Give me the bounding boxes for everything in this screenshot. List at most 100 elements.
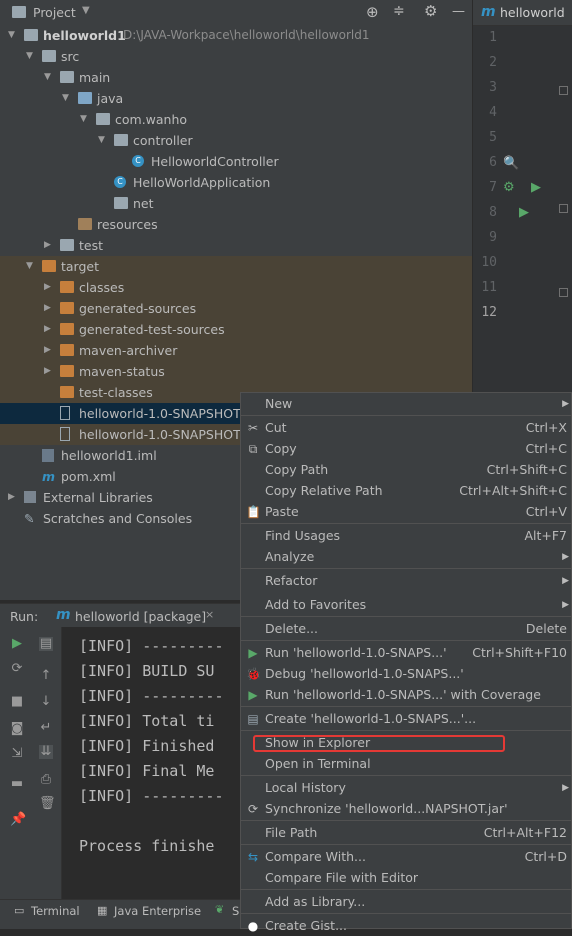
print-icon[interactable]: ⎙	[39, 773, 53, 787]
spring-class-icon: C	[114, 176, 126, 188]
menu-item[interactable]: ⇆ Compare With... Ctrl+D	[241, 847, 571, 867]
run-icon: ▶	[248, 646, 258, 660]
fold-icon[interactable]	[559, 86, 568, 95]
tree-item[interactable]: ▼ src	[0, 46, 472, 67]
tree-item-label: maven-status	[79, 364, 165, 379]
menu-item[interactable]: Add as Library...	[241, 892, 571, 912]
spring-bean-gutter-icon[interactable]: 🔍	[503, 156, 519, 171]
menu-item[interactable]: ⟳ Synchronize 'helloworld...NAPSHOT.jar'	[241, 799, 571, 819]
fold-icon[interactable]	[559, 288, 568, 297]
fold-icon[interactable]	[559, 204, 568, 213]
tree-item-label: java	[97, 91, 124, 106]
menu-item[interactable]: ✂ Cut Ctrl+X	[241, 418, 571, 438]
menu-separator	[241, 415, 571, 416]
tree-item[interactable]: ▶ generated-sources	[0, 298, 472, 319]
hide-panel-icon[interactable]: —	[452, 4, 465, 19]
tree-item[interactable]: ▼ main	[0, 67, 472, 88]
tree-item[interactable]: ▶ generated-test-sources	[0, 319, 472, 340]
tab-java-enterprise[interactable]: Java Enterprise	[114, 904, 201, 918]
camera-icon[interactable]: ◙	[10, 722, 24, 736]
chevron-down-icon[interactable]: ▼	[44, 67, 54, 88]
chevron-down-icon[interactable]: ▼	[8, 25, 18, 46]
tree-item[interactable]: resources	[0, 214, 472, 235]
layout-icon[interactable]: ▬	[10, 777, 24, 791]
soft-wrap-icon[interactable]: ↵	[39, 721, 53, 735]
show-output-icon[interactable]: ▤	[39, 637, 53, 651]
tree-item[interactable]: ▼ com.wanho	[0, 109, 472, 130]
tree-item[interactable]: ▶ maven-archiver	[0, 340, 472, 361]
menu-item[interactable]: ▶ Run 'helloworld-1.0-SNAPS...' with Cove…	[241, 685, 571, 705]
tree-item[interactable]: ▼ java	[0, 88, 472, 109]
locate-icon[interactable]: ⊕	[366, 3, 379, 21]
tree-item[interactable]: ▶ test	[0, 235, 472, 256]
tree-item[interactable]: net	[0, 193, 472, 214]
jar-icon	[60, 406, 70, 420]
chevron-right-icon: ▶	[562, 600, 569, 610]
editor-tab-helloworld[interactable]: helloworld	[500, 5, 565, 20]
chevron-down-icon[interactable]: ▼	[26, 256, 36, 277]
menu-item-label: Synchronize 'helloworld...NAPSHOT.jar'	[265, 801, 508, 816]
menu-item[interactable]: ● Create Gist...	[241, 916, 571, 936]
menu-item[interactable]: ⧉ Copy Ctrl+C	[241, 439, 571, 459]
chevron-down-icon[interactable]: ▼	[82, 5, 90, 16]
chevron-right-icon[interactable]: ▶	[44, 361, 54, 382]
menu-item[interactable]: Delete... Delete	[241, 619, 571, 639]
rerun-failed-icon[interactable]: ⟳	[10, 662, 24, 676]
spring-boot-gutter-icon[interactable]: ⚙	[503, 180, 515, 195]
tree-item[interactable]: C HelloWorldApplication	[0, 172, 472, 193]
tree-item[interactable]: ▶ maven-status	[0, 361, 472, 382]
menu-item[interactable]: Open in Terminal	[241, 754, 571, 774]
chevron-right-icon[interactable]: ▶	[44, 235, 54, 256]
run-config-tab[interactable]: helloworld [package]	[75, 609, 206, 624]
chevron-down-icon[interactable]: ▼	[26, 46, 36, 67]
console-line: [INFO] Total ti	[79, 712, 215, 730]
gear-icon[interactable]: ⚙	[424, 2, 437, 20]
menu-item[interactable]: ▶ Run 'helloworld-1.0-SNAPS...' Ctrl+Shift…	[241, 643, 571, 663]
chevron-right-icon[interactable]: ▶	[44, 340, 54, 361]
chevron-down-icon[interactable]: ▼	[62, 88, 72, 109]
chevron-down-icon[interactable]: ▼	[98, 130, 108, 151]
tree-item[interactable]: ▼ controller	[0, 130, 472, 151]
tree-root-helloworld1[interactable]: ▼ helloworld1 D:\JAVA-Workpace\helloworl…	[0, 25, 472, 46]
run-gutter-icon[interactable]: ▶	[531, 180, 541, 195]
menu-item[interactable]: Refactor ▶	[241, 571, 571, 591]
run-gutter-icon[interactable]: ▶	[519, 205, 529, 220]
menu-item[interactable]: 🐞 Debug 'helloworld-1.0-SNAPS...'	[241, 664, 571, 684]
chevron-right-icon[interactable]: ▶	[44, 277, 54, 298]
chevron-right-icon[interactable]: ▶	[8, 487, 18, 508]
line-number: 9	[489, 230, 497, 245]
chevron-right-icon[interactable]: ▶	[44, 298, 54, 319]
stop-icon[interactable]: ■	[10, 695, 24, 709]
rerun-icon[interactable]: ▶	[10, 637, 24, 651]
scroll-to-end-icon[interactable]: ⇊	[39, 745, 53, 759]
import-icon[interactable]: ⇲	[10, 747, 24, 761]
menu-item[interactable]: ▤ Create 'helloworld-1.0-SNAPS...'...	[241, 709, 571, 729]
menu-item[interactable]: Add to Favorites ▶	[241, 595, 571, 615]
menu-item[interactable]: New ▶	[241, 394, 571, 414]
menu-item[interactable]: 📋 Paste Ctrl+V	[241, 502, 571, 522]
menu-item-label: Compare File with Editor	[265, 870, 419, 885]
menu-item[interactable]: Compare File with Editor	[241, 868, 571, 888]
project-view-title[interactable]: Project	[33, 5, 76, 20]
trash-icon[interactable]: 🗑	[39, 797, 56, 811]
pin-icon[interactable]: 📌	[10, 813, 26, 827]
arrow-down-icon[interactable]: ↓	[39, 695, 53, 709]
arrow-up-icon[interactable]: ↑	[39, 669, 53, 683]
console-output[interactable]: [INFO] --------- [INFO] BUILD SU [INFO] --…	[62, 627, 242, 899]
tree-item[interactable]: ▼ target	[0, 256, 472, 277]
menu-item[interactable]: File Path Ctrl+Alt+F12	[241, 823, 571, 843]
tab-terminal[interactable]: Terminal	[31, 904, 80, 918]
menu-item[interactable]: Copy Path Ctrl+Shift+C	[241, 460, 571, 480]
menu-separator	[241, 775, 571, 776]
chevron-right-icon[interactable]: ▶	[44, 319, 54, 340]
chevron-down-icon[interactable]: ▼	[80, 109, 90, 130]
project-view-icon[interactable]	[12, 6, 26, 18]
menu-item[interactable]: Copy Relative Path Ctrl+Alt+Shift+C	[241, 481, 571, 501]
menu-item[interactable]: Analyze ▶	[241, 547, 571, 567]
menu-item[interactable]: Local History ▶	[241, 778, 571, 798]
menu-item[interactable]: Find Usages Alt+F7	[241, 526, 571, 546]
collapse-all-icon[interactable]: ≑	[393, 3, 405, 19]
close-icon[interactable]: ×	[205, 608, 214, 621]
tree-item[interactable]: ▶ classes	[0, 277, 472, 298]
tree-item[interactable]: C HelloworldController	[0, 151, 472, 172]
